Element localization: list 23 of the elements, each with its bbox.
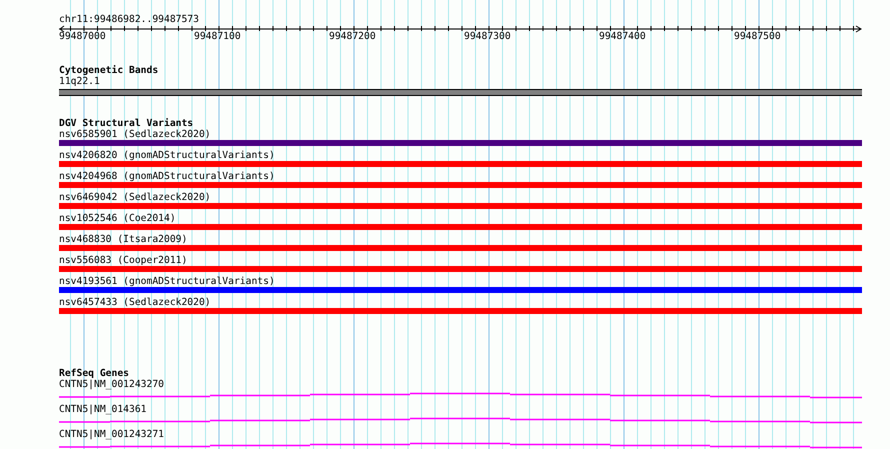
ruler-tick-label: 99487300 <box>464 31 511 42</box>
feature-label: CNTN5|NM_001243271 <box>59 429 165 440</box>
location-label: chr11:99486982..99487573 <box>59 14 200 25</box>
ruler-tick-label: 99487100 <box>194 31 241 42</box>
track-title: RefSeq Genes <box>59 368 130 379</box>
feature-label: nsv1052546 (Coe2014) <box>59 213 177 224</box>
feature-label: nsv4193561 (gnomADStructuralVariants) <box>59 276 276 287</box>
feature-label: nsv6457433 (Sedlazeck2020) <box>59 297 212 308</box>
feature-label: CNTN5|NM_014361 <box>59 404 148 415</box>
feature-label: 11q22.1 <box>59 76 101 87</box>
track-title: DGV Structural Variants <box>59 118 194 129</box>
feature-label: CNTN5|NM_001243270 <box>59 379 165 390</box>
ruler-tick-label: 99487000 <box>59 31 106 42</box>
ruler-tick-label: 99487500 <box>734 31 781 42</box>
feature-label: nsv468830 (Itsara2009) <box>59 234 188 245</box>
track-title: Cytogenetic Bands <box>59 65 160 76</box>
feature-label: nsv4204968 (gnomADStructuralVariants) <box>59 171 276 182</box>
feature-label: nsv6469042 (Sedlazeck2020) <box>59 192 212 203</box>
feature-label: nsv556083 (Cooper2011) <box>59 255 188 266</box>
feature-label: nsv6585901 (Sedlazeck2020) <box>59 129 212 140</box>
ruler-tick-label: 99487200 <box>329 31 376 42</box>
ruler-tick-label: 99487400 <box>599 31 646 42</box>
feature-label: nsv4206820 (gnomADStructuralVariants) <box>59 150 276 161</box>
